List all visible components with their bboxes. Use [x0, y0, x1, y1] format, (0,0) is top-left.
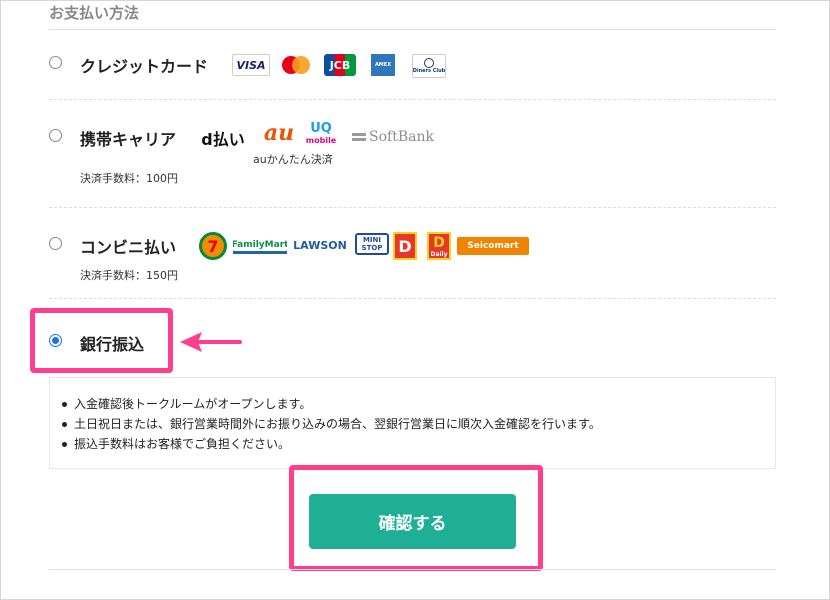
- radio-carrier[interactable]: [49, 129, 62, 142]
- mastercard-logo: [279, 54, 313, 76]
- divider: [49, 207, 776, 208]
- convenience-fee: 決済手数料：150円: [80, 269, 178, 282]
- note-item: 入金確認後トークルームがオープンします。: [60, 394, 775, 414]
- bottom-divider: [49, 569, 776, 570]
- note-item: 土日祝日または、銀行営業時間外にお振り込みの場合、翌銀行営業日に順次入金確認を行…: [60, 414, 775, 434]
- seven-eleven-logo: 7: [199, 232, 227, 260]
- daily-logo-text: Daily: [430, 250, 448, 258]
- section-title: お支払い方法: [49, 4, 140, 22]
- familymart-logo: FamilyMart: [233, 238, 287, 254]
- seicomart-logo: Seicomart: [457, 237, 529, 255]
- ministop-logo: MINI STOP: [355, 233, 389, 255]
- radio-credit-card[interactable]: [49, 56, 62, 69]
- confirm-button[interactable]: 確認する: [309, 494, 516, 549]
- label-credit-card: クレジットカード: [80, 57, 209, 76]
- pointer-arrow-icon: [180, 332, 242, 352]
- au-logo: au: [263, 120, 295, 146]
- label-convenience: コンビニ払い: [80, 238, 177, 257]
- softbank-mark-icon: [352, 128, 366, 146]
- amex-logo: AMEX: [371, 54, 395, 76]
- bank-transfer-notes: 入金確認後トークルームがオープンします。 土日祝日または、銀行営業時間外にお振り…: [49, 377, 776, 469]
- au-caption: auかんたん決済: [253, 153, 333, 166]
- diners-logo: Diners Club: [412, 54, 446, 78]
- divider: [49, 99, 776, 100]
- section-divider: [49, 29, 776, 30]
- radio-convenience[interactable]: [49, 237, 62, 250]
- uq-logo: UQ: [310, 120, 332, 136]
- daily-yamazaki-logo: D: [393, 232, 417, 260]
- lawson-logo: LAWSON: [293, 238, 347, 252]
- uq-mobile-logo: mobile: [306, 135, 336, 145]
- radio-bank-transfer[interactable]: [49, 334, 62, 347]
- label-carrier: 携帯キャリア: [80, 130, 177, 149]
- softbank-logo: SoftBank: [369, 129, 434, 145]
- visa-logo: VISA: [232, 54, 270, 76]
- d-barai-logo: d払い: [201, 130, 245, 149]
- jcb-logo: JCB: [324, 54, 356, 76]
- diners-logo-text: Diners Club: [412, 68, 446, 74]
- divider: [49, 298, 776, 299]
- daily-logo: D Daily: [427, 232, 451, 260]
- carrier-fee: 決済手数料：100円: [80, 172, 178, 185]
- note-item: 振込手数料はお客様でご負担ください。: [60, 434, 775, 454]
- label-bank-transfer: 銀行振込: [80, 335, 145, 354]
